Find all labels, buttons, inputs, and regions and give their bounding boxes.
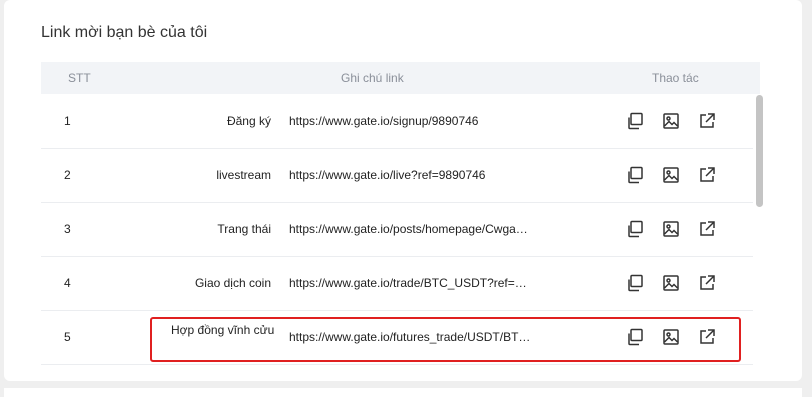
- row-note: Trang thái: [217, 222, 271, 236]
- row-stt: 2: [64, 168, 71, 182]
- header-actions: Thao tác: [652, 71, 699, 85]
- image-icon[interactable]: [661, 111, 681, 131]
- header-stt: STT: [68, 71, 91, 85]
- table-scrollbar[interactable]: [756, 95, 763, 207]
- table-header: STT Ghi chú link Thao tác: [41, 62, 760, 94]
- external-link-icon[interactable]: [697, 273, 717, 293]
- table-row: 1 Đăng ký https://www.gate.io/signup/989…: [41, 95, 753, 149]
- image-icon[interactable]: [661, 219, 681, 239]
- header-note: Ghi chú link: [341, 71, 404, 85]
- copy-icon[interactable]: [625, 165, 645, 185]
- table-row: 4 Giao dịch coin https://www.gate.io/tra…: [41, 257, 753, 311]
- copy-icon[interactable]: [625, 219, 645, 239]
- page-title: Link mời bạn bè của tôi: [41, 24, 208, 41]
- image-icon[interactable]: [661, 165, 681, 185]
- external-link-icon[interactable]: [697, 219, 717, 239]
- external-link-icon[interactable]: [697, 165, 717, 185]
- row-stt: 1: [64, 114, 71, 128]
- copy-icon[interactable]: [625, 111, 645, 131]
- row-link[interactable]: https://www.gate.io/posts/homepage/Cwga…: [289, 222, 534, 236]
- table-row: 3 Trang thái https://www.gate.io/posts/h…: [41, 203, 753, 257]
- image-icon[interactable]: [661, 273, 681, 293]
- row-link[interactable]: https://www.gate.io/trade/BTC_USDT?ref=…: [289, 276, 534, 290]
- row-stt: 3: [64, 222, 71, 236]
- row-stt: 4: [64, 276, 71, 290]
- row-stt: 5: [64, 330, 71, 344]
- row-note: Đăng ký: [226, 114, 271, 128]
- external-link-icon[interactable]: [697, 111, 717, 131]
- row-link[interactable]: https://www.gate.io/live?ref=9890746: [289, 168, 534, 182]
- copy-icon[interactable]: [625, 273, 645, 293]
- row-note: Giao dịch coin: [194, 276, 271, 290]
- next-card-edge: [4, 388, 802, 397]
- row-note: livestream: [216, 168, 271, 182]
- table-row: 2 livestream https://www.gate.io/live?re…: [41, 149, 753, 203]
- row-link[interactable]: https://www.gate.io/signup/9890746: [289, 114, 534, 128]
- highlight-box: [150, 317, 741, 362]
